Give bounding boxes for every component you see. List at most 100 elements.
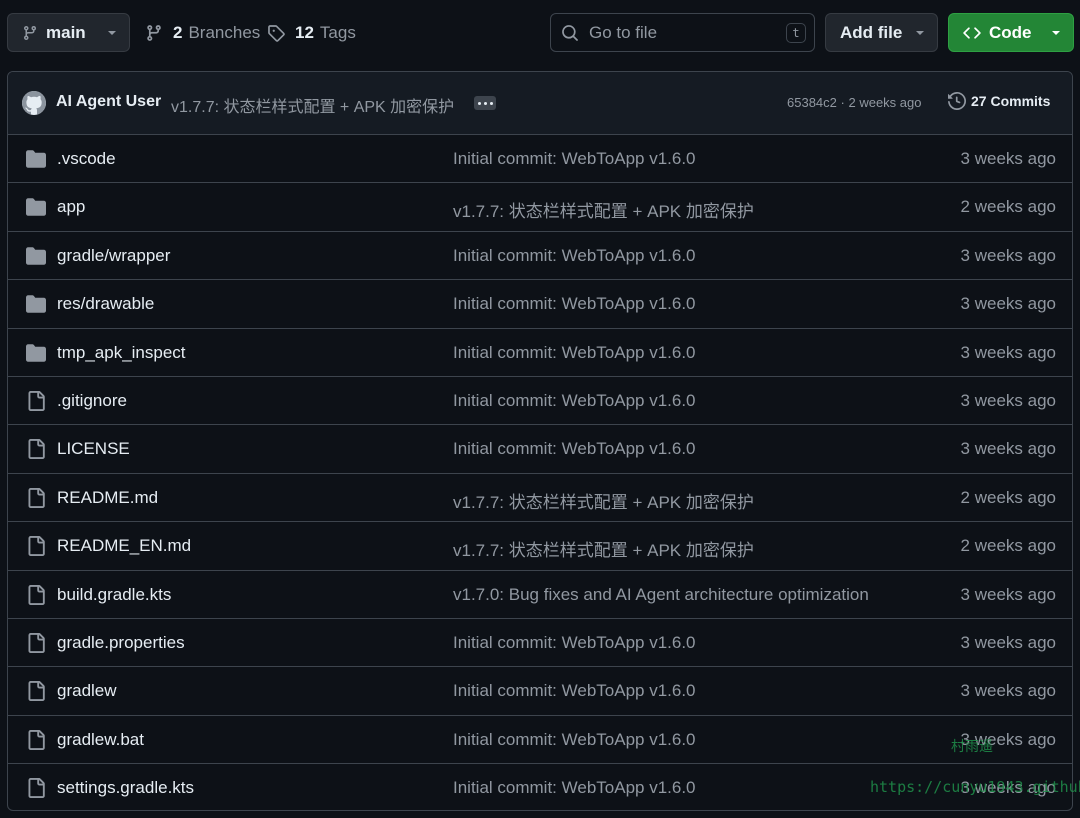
file-row[interactable]: gradle.properties Initial commit: WebToAp…	[8, 619, 1072, 668]
latest-commit-bar: AI Agent User v1.7.7: 状态栏样式配置 + APK 加密保护…	[8, 72, 1072, 135]
history-icon	[948, 92, 966, 110]
caret-down-icon	[1052, 31, 1060, 35]
folder-icon	[26, 246, 46, 266]
file-commit-message-link[interactable]: v1.7.7: 状态栏样式配置 + APK 加密保护	[453, 488, 754, 513]
branch-selector-button[interactable]: main	[7, 13, 130, 52]
folder-icon	[26, 197, 46, 217]
file-name-link[interactable]: res/drawable	[57, 294, 154, 314]
search-icon	[562, 24, 578, 41]
file-row[interactable]: tmp_apk_inspect Initial commit: WebToApp …	[8, 329, 1072, 377]
file-row[interactable]: gradle/wrapper Initial commit: WebToApp v…	[8, 232, 1072, 281]
file-list: .vscode Initial commit: WebToApp v1.6.0 3 …	[8, 135, 1072, 810]
file-icon	[26, 681, 46, 702]
go-to-file-input[interactable]	[589, 22, 769, 43]
ellipsis-dot	[489, 101, 493, 105]
code-label: Code	[989, 22, 1032, 42]
file-commit-message-link[interactable]: Initial commit: WebToApp v1.6.0	[453, 391, 696, 411]
file-commit-message-link[interactable]: Initial commit: WebToApp v1.6.0	[453, 778, 696, 798]
file-icon	[26, 439, 46, 460]
branches-link[interactable]: 2 Branches	[145, 13, 260, 52]
go-to-file-search[interactable]: t	[550, 13, 815, 52]
file-commit-age: 3 weeks ago	[960, 149, 1056, 168]
file-name-link[interactable]: gradle.properties	[57, 633, 185, 653]
commit-time: 2 weeks ago	[848, 95, 922, 110]
file-commit-message-link[interactable]: Initial commit: WebToApp v1.6.0	[453, 633, 696, 653]
file-row[interactable]: res/drawable Initial commit: WebToApp v1.…	[8, 280, 1072, 329]
commit-hash[interactable]: 65384c2	[787, 95, 837, 110]
file-icon	[26, 778, 46, 799]
file-row[interactable]: .vscode Initial commit: WebToApp v1.6.0 3 …	[8, 135, 1072, 184]
file-commit-age: 2 weeks ago	[960, 487, 1056, 507]
github-avatar-icon	[22, 91, 46, 115]
branches-label: Branches	[188, 22, 261, 42]
file-commit-age: 3 weeks ago	[960, 681, 1056, 701]
tag-icon	[268, 24, 285, 42]
file-name-link[interactable]: LICENSE	[57, 439, 130, 459]
file-row[interactable]: .gitignore Initial commit: WebToApp v1.6.…	[8, 377, 1072, 426]
commit-author[interactable]: AI Agent User	[56, 93, 161, 111]
file-name-link[interactable]: tmp_apk_inspect	[57, 343, 186, 363]
commit-hash-info: 65384c2 · 2 weeks ago	[787, 95, 921, 110]
file-commit-message-link[interactable]: Initial commit: WebToApp v1.6.0	[453, 294, 696, 314]
file-row[interactable]: app v1.7.7: 状态栏样式配置 + APK 加密保护 2 weeks ago	[8, 183, 1072, 232]
file-icon	[26, 584, 46, 605]
file-row[interactable]: README.md v1.7.7: 状态栏样式配置 + APK 加密保护 2 wee…	[8, 474, 1072, 523]
file-name-link[interactable]: gradle/wrapper	[57, 246, 170, 266]
git-branch-icon	[23, 25, 36, 40]
file-name-link[interactable]: app	[57, 197, 85, 217]
file-commit-message-link[interactable]: Initial commit: WebToApp v1.6.0	[453, 730, 696, 750]
tags-label: Tags	[319, 22, 356, 42]
file-name-link[interactable]: .vscode	[57, 149, 116, 169]
file-name-link[interactable]: gradlew.bat	[57, 730, 144, 750]
code-button[interactable]: Code	[948, 13, 1074, 52]
file-commit-message-link[interactable]: v1.7.0: Bug fixes and AI Agent architect…	[453, 585, 869, 605]
commit-separator: ·	[840, 95, 845, 110]
file-commit-age: 3 weeks ago	[960, 245, 1056, 265]
file-name-link[interactable]: build.gradle.kts	[57, 585, 171, 605]
expand-commit-button[interactable]	[474, 96, 496, 110]
branch-name: main	[46, 22, 86, 42]
file-commit-message-link[interactable]: Initial commit: WebToApp v1.6.0	[453, 681, 696, 701]
folder-icon	[26, 294, 46, 314]
commit-message[interactable]: v1.7.7: 状态栏样式配置 + APK 加密保护	[171, 93, 454, 117]
file-commit-age: 3 weeks ago	[960, 390, 1056, 410]
repo-toolbar: main 2 Branches 12 Tags t Add file Code	[0, 0, 1080, 66]
file-name-link[interactable]: .gitignore	[57, 391, 127, 411]
commits-history-link[interactable]: 27 Commits	[948, 92, 1050, 110]
file-commit-age: 3 weeks ago	[960, 439, 1056, 459]
file-row[interactable]: gradlew.bat Initial commit: WebToApp v1.6…	[8, 716, 1072, 765]
file-name-link[interactable]: gradlew	[57, 681, 117, 701]
git-branch-icon	[147, 24, 161, 41]
file-commit-age: 3 weeks ago	[960, 342, 1056, 362]
watermark-url: https://cunyu1943.github.io	[870, 778, 1080, 796]
folder-icon	[26, 149, 46, 169]
file-commit-age: 3 weeks ago	[960, 632, 1056, 652]
tags-link[interactable]: 12 Tags	[267, 13, 356, 52]
keyboard-shortcut-hint: t	[786, 23, 806, 43]
file-icon	[26, 390, 46, 411]
file-commit-message-link[interactable]: v1.7.7: 状态栏样式配置 + APK 加密保护	[453, 536, 754, 561]
file-commit-message-link[interactable]: Initial commit: WebToApp v1.6.0	[453, 439, 696, 459]
avatar[interactable]	[22, 91, 46, 115]
file-commit-age: 2 weeks ago	[960, 536, 1056, 556]
tags-count: 12	[295, 22, 314, 42]
file-commit-age: 2 weeks ago	[960, 197, 1056, 217]
file-icon	[26, 632, 46, 653]
file-row[interactable]: build.gradle.kts v1.7.0: Bug fixes and AI…	[8, 571, 1072, 619]
file-row[interactable]: LICENSE Initial commit: WebToApp v1.6.0 3 …	[8, 425, 1072, 474]
file-commit-message-link[interactable]: Initial commit: WebToApp v1.6.0	[453, 246, 696, 266]
file-icon	[26, 536, 46, 557]
file-commit-message-link[interactable]: Initial commit: WebToApp v1.6.0	[453, 343, 696, 363]
file-row[interactable]: gradlew Initial commit: WebToApp v1.6.0 3 …	[8, 667, 1072, 716]
file-name-link[interactable]: README_EN.md	[57, 536, 191, 556]
add-file-button[interactable]: Add file	[825, 13, 938, 52]
file-commit-age: 3 weeks ago	[960, 294, 1056, 314]
file-commit-message-link[interactable]: Initial commit: WebToApp v1.6.0	[453, 149, 696, 169]
folder-icon	[26, 343, 46, 363]
file-row[interactable]: README_EN.md v1.7.7: 状态栏样式配置 + APK 加密保护 2 …	[8, 522, 1072, 571]
file-name-link[interactable]: README.md	[57, 488, 158, 508]
file-name-link[interactable]: settings.gradle.kts	[57, 778, 194, 798]
watermark-author: 村雨遥	[951, 738, 993, 754]
file-icon	[26, 729, 46, 750]
file-commit-message-link[interactable]: v1.7.7: 状态栏样式配置 + APK 加密保护	[453, 197, 754, 222]
